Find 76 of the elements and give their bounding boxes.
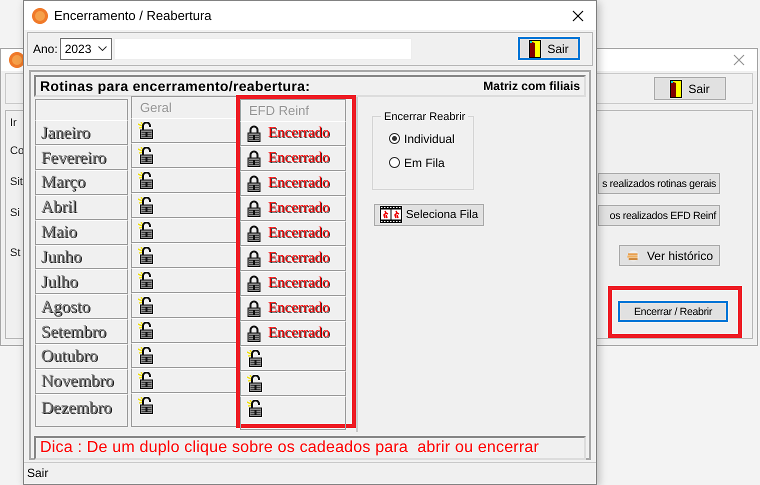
padlock-icon[interactable]: [247, 124, 261, 142]
open-padlock-icon[interactable]: [138, 322, 153, 339]
padlock-icon[interactable]: [247, 300, 261, 317]
open-padlock-icon[interactable]: [247, 350, 262, 367]
status-text: Encerrado: [268, 250, 330, 267]
app-logo-icon: [32, 8, 48, 24]
status-text: Sair: [27, 466, 48, 480]
group-title: Encerrar Reabrir: [383, 110, 466, 123]
status-text: Encerrado: [268, 224, 330, 242]
month-cell: Dezembro: [35, 394, 128, 428]
open-padlock-icon[interactable]: [138, 396, 153, 414]
month-cell: Junho: [35, 244, 128, 270]
window-title: Encerramento / Reabertura: [54, 8, 212, 24]
month-cell: Janeiro: [35, 120, 128, 146]
status-text: Encerrado: [268, 200, 330, 217]
open-padlock-icon[interactable]: [138, 346, 153, 364]
month-cell: Setembro: [35, 319, 128, 344]
open-padlock-icon[interactable]: [138, 372, 153, 389]
status-text: Encerrado: [268, 274, 330, 292]
action-button[interactable]: os realizados EFD Reinf: [598, 205, 720, 226]
field-label: Si: [10, 207, 21, 219]
radio-option[interactable]: Individual: [389, 126, 473, 151]
action-button[interactable]: Ver histórico: [619, 245, 720, 266]
padlock-icon[interactable]: [247, 274, 261, 292]
open-padlock-icon[interactable]: [138, 146, 153, 164]
month-cell: Outubro: [35, 344, 128, 369]
input-field[interactable]: [114, 38, 412, 60]
month-cell: Novembro: [35, 368, 128, 394]
caret-icon: [98, 46, 107, 52]
column-header: Geral: [131, 96, 237, 118]
column-header: EFD Reinf: [240, 98, 346, 121]
status-text: Encerrado: [268, 324, 330, 342]
film-icon: [380, 206, 402, 224]
field-label: Sit: [10, 176, 24, 188]
open-padlock-icon[interactable]: [138, 296, 153, 314]
status-text: Encerrado: [268, 174, 330, 192]
queue-button[interactable]: Seleciona Fila: [374, 204, 484, 226]
year-dropdown[interactable]: 2023: [60, 38, 112, 60]
status-text: Encerrado: [268, 300, 330, 317]
open-padlock-icon[interactable]: [138, 246, 153, 264]
status-text: Encerrado: [268, 150, 330, 167]
open-padlock-icon[interactable]: [247, 374, 262, 392]
year-label: Ano:: [33, 42, 58, 56]
status-text: Encerrado: [268, 124, 330, 142]
month-cell: Agosto: [35, 294, 128, 320]
open-padlock-icon[interactable]: [138, 196, 153, 214]
open-padlock-icon[interactable]: [138, 122, 153, 139]
tip-text: Dica : De um duplo clique sobre os cadeados para abrir ou encerrar: [34, 436, 586, 460]
open-padlock-icon[interactable]: [138, 222, 153, 239]
field-label: Ir: [10, 117, 18, 129]
action-button[interactable]: Encerrar / Reabrir: [618, 301, 728, 322]
month-cell: Abril: [35, 194, 128, 220]
month-cell: Maio: [35, 220, 128, 245]
radio-option[interactable]: Em Fila: [389, 150, 473, 175]
door-icon: [670, 80, 682, 98]
padlock-icon[interactable]: [247, 150, 261, 167]
open-padlock-icon[interactable]: [247, 400, 262, 417]
action-button[interactable]: s realizados rotinas gerais: [598, 173, 720, 194]
field-label: St: [10, 247, 22, 259]
padlock-icon[interactable]: [247, 224, 261, 242]
stack-icon: [626, 248, 641, 264]
close-icon[interactable]: [572, 10, 584, 22]
padlock-icon[interactable]: [247, 174, 261, 192]
exit-button[interactable]: Sair: [518, 37, 580, 60]
open-padlock-icon[interactable]: [138, 272, 153, 289]
padlock-icon[interactable]: [247, 200, 261, 217]
panel-title: Rotinas para encerramento/reabertura:: [40, 78, 310, 94]
scope-label: Matriz com filiais: [483, 78, 580, 93]
exit-button[interactable]: Sair: [654, 77, 726, 100]
open-padlock-icon[interactable]: [138, 172, 153, 189]
month-cell: Fevereiro: [35, 145, 128, 170]
month-cell: Março: [35, 170, 128, 195]
door-icon: [529, 40, 542, 58]
month-cell: Julho: [35, 269, 128, 294]
padlock-icon[interactable]: [247, 324, 261, 342]
padlock-icon[interactable]: [247, 250, 261, 267]
